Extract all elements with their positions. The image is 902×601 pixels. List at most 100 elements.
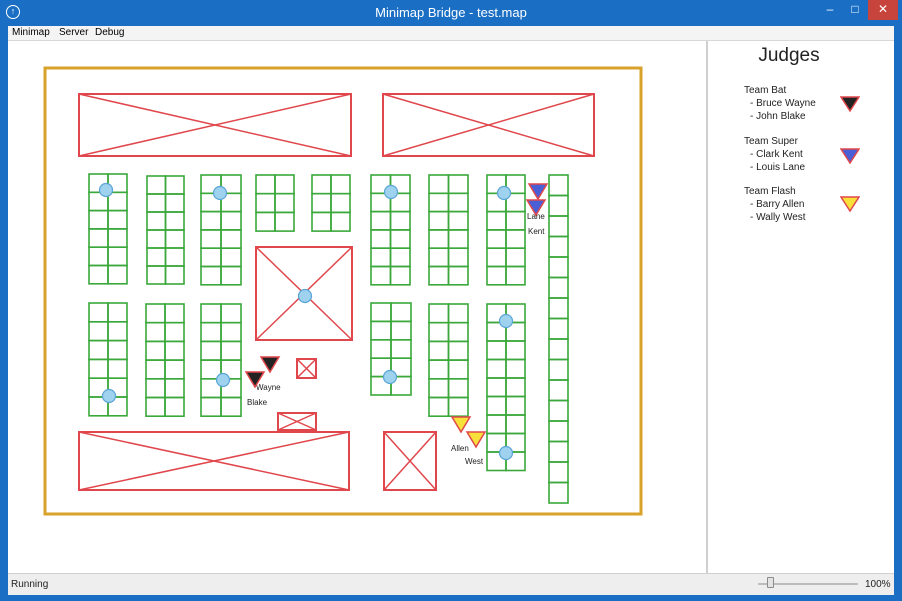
table-cell bbox=[145, 303, 166, 324]
zoom-label: 100% bbox=[865, 579, 891, 590]
table-cell bbox=[107, 209, 128, 230]
map-point-marker bbox=[215, 372, 231, 388]
table-cell bbox=[220, 229, 242, 249]
table-cell bbox=[107, 264, 128, 285]
table-cell bbox=[505, 265, 526, 286]
table-cell bbox=[548, 317, 569, 340]
team-name: Team Super bbox=[744, 136, 798, 147]
table-cell bbox=[548, 235, 569, 258]
table-cell bbox=[107, 339, 128, 361]
map-point-marker bbox=[212, 185, 228, 201]
table-cell bbox=[164, 321, 185, 343]
table-block bbox=[428, 303, 469, 418]
team-bat-marker-icon bbox=[840, 96, 860, 113]
table-cell bbox=[389, 247, 411, 268]
table-cell bbox=[447, 265, 469, 286]
table-block bbox=[255, 174, 295, 232]
judge-label: Allen bbox=[451, 444, 469, 453]
team-member: - Barry Allen bbox=[750, 199, 805, 210]
table-block bbox=[428, 174, 469, 286]
table-cell bbox=[88, 264, 109, 285]
table-cell bbox=[200, 229, 222, 249]
map-boundary bbox=[43, 66, 643, 516]
maximize-button[interactable]: □ bbox=[842, 0, 868, 20]
close-button[interactable]: ✕ bbox=[868, 0, 898, 20]
table-cell bbox=[220, 321, 242, 343]
table-cell bbox=[220, 265, 242, 286]
table-cell bbox=[447, 396, 469, 418]
table-cell bbox=[200, 247, 222, 268]
team-flash-marker-icon bbox=[840, 196, 860, 213]
table-cell bbox=[428, 229, 450, 249]
table-cell bbox=[428, 321, 450, 343]
table-cell bbox=[548, 358, 569, 381]
blocked-area bbox=[78, 431, 350, 491]
minimap-view[interactable]: Wayne Blake Lane Kent Allen West bbox=[8, 41, 706, 573]
judges-legend: Judges Team Bat - Bruce Wayne - John Bla… bbox=[708, 41, 894, 573]
table-cell bbox=[486, 265, 507, 286]
map-point-marker bbox=[98, 182, 114, 198]
map-point-marker bbox=[498, 445, 514, 461]
table-cell bbox=[107, 246, 128, 267]
status-text: Running bbox=[11, 579, 49, 590]
table-cell bbox=[428, 396, 450, 418]
table-cell bbox=[390, 320, 412, 341]
menu-item-server[interactable]: Server bbox=[59, 27, 88, 38]
menu-item-minimap[interactable]: Minimap bbox=[12, 27, 50, 38]
table-cell bbox=[107, 228, 128, 248]
table-block bbox=[548, 174, 569, 504]
table-cell bbox=[486, 395, 507, 416]
table-block bbox=[311, 174, 351, 232]
table-cell bbox=[146, 229, 167, 249]
zoom-slider-thumb[interactable] bbox=[767, 577, 774, 588]
table-cell bbox=[145, 321, 166, 343]
table-cell bbox=[486, 358, 507, 379]
table-cell bbox=[370, 229, 392, 249]
table-cell bbox=[548, 461, 569, 484]
table-cell bbox=[548, 215, 569, 238]
table-cell bbox=[486, 340, 507, 361]
table-cell bbox=[164, 303, 185, 324]
menu-bar: Minimap Server Debug bbox=[8, 26, 894, 41]
table-cell bbox=[505, 377, 526, 398]
map-point-marker bbox=[383, 184, 399, 200]
table-cell bbox=[255, 192, 276, 214]
table-cell bbox=[370, 247, 392, 268]
table-cell bbox=[164, 359, 185, 380]
team-member: - Bruce Wayne bbox=[750, 98, 816, 109]
table-cell bbox=[428, 174, 450, 195]
table-cell bbox=[164, 229, 185, 249]
table-cell bbox=[311, 211, 332, 232]
judge-label: Kent bbox=[528, 227, 545, 236]
table-cell bbox=[548, 338, 569, 361]
table-cell bbox=[428, 210, 450, 231]
table-cell bbox=[145, 396, 166, 418]
table-cell bbox=[88, 339, 109, 361]
table-cell bbox=[200, 210, 222, 231]
app-window: ↑ Minimap Bridge - test.map – □ ✕ Minima… bbox=[0, 0, 902, 601]
minimap-canvas[interactable]: WayneBlakeLaneKentAllenWest bbox=[8, 41, 706, 573]
table-cell bbox=[164, 265, 185, 285]
table-cell bbox=[548, 256, 569, 279]
table-cell bbox=[330, 174, 351, 195]
table-cell bbox=[428, 340, 450, 361]
team-member: - John Blake bbox=[750, 111, 806, 122]
table-cell bbox=[146, 265, 167, 285]
table-cell bbox=[548, 174, 569, 197]
legend-heading: Judges bbox=[758, 45, 820, 66]
minimize-button[interactable]: – bbox=[817, 0, 843, 20]
table-cell bbox=[220, 247, 242, 268]
menu-item-debug[interactable]: Debug bbox=[95, 27, 124, 38]
table-cell bbox=[164, 340, 185, 361]
main-content: Wayne Blake Lane Kent Allen West Judges Team … bbox=[8, 41, 894, 573]
table-cell bbox=[428, 303, 450, 324]
table-cell bbox=[548, 276, 569, 299]
table-cell bbox=[505, 247, 526, 268]
table-cell bbox=[164, 211, 185, 231]
table-cell bbox=[548, 420, 569, 443]
table-cell bbox=[548, 399, 569, 422]
blocked-area bbox=[78, 93, 352, 157]
table-cell bbox=[447, 340, 469, 361]
table-cell bbox=[486, 229, 507, 249]
table-cell bbox=[370, 265, 392, 286]
